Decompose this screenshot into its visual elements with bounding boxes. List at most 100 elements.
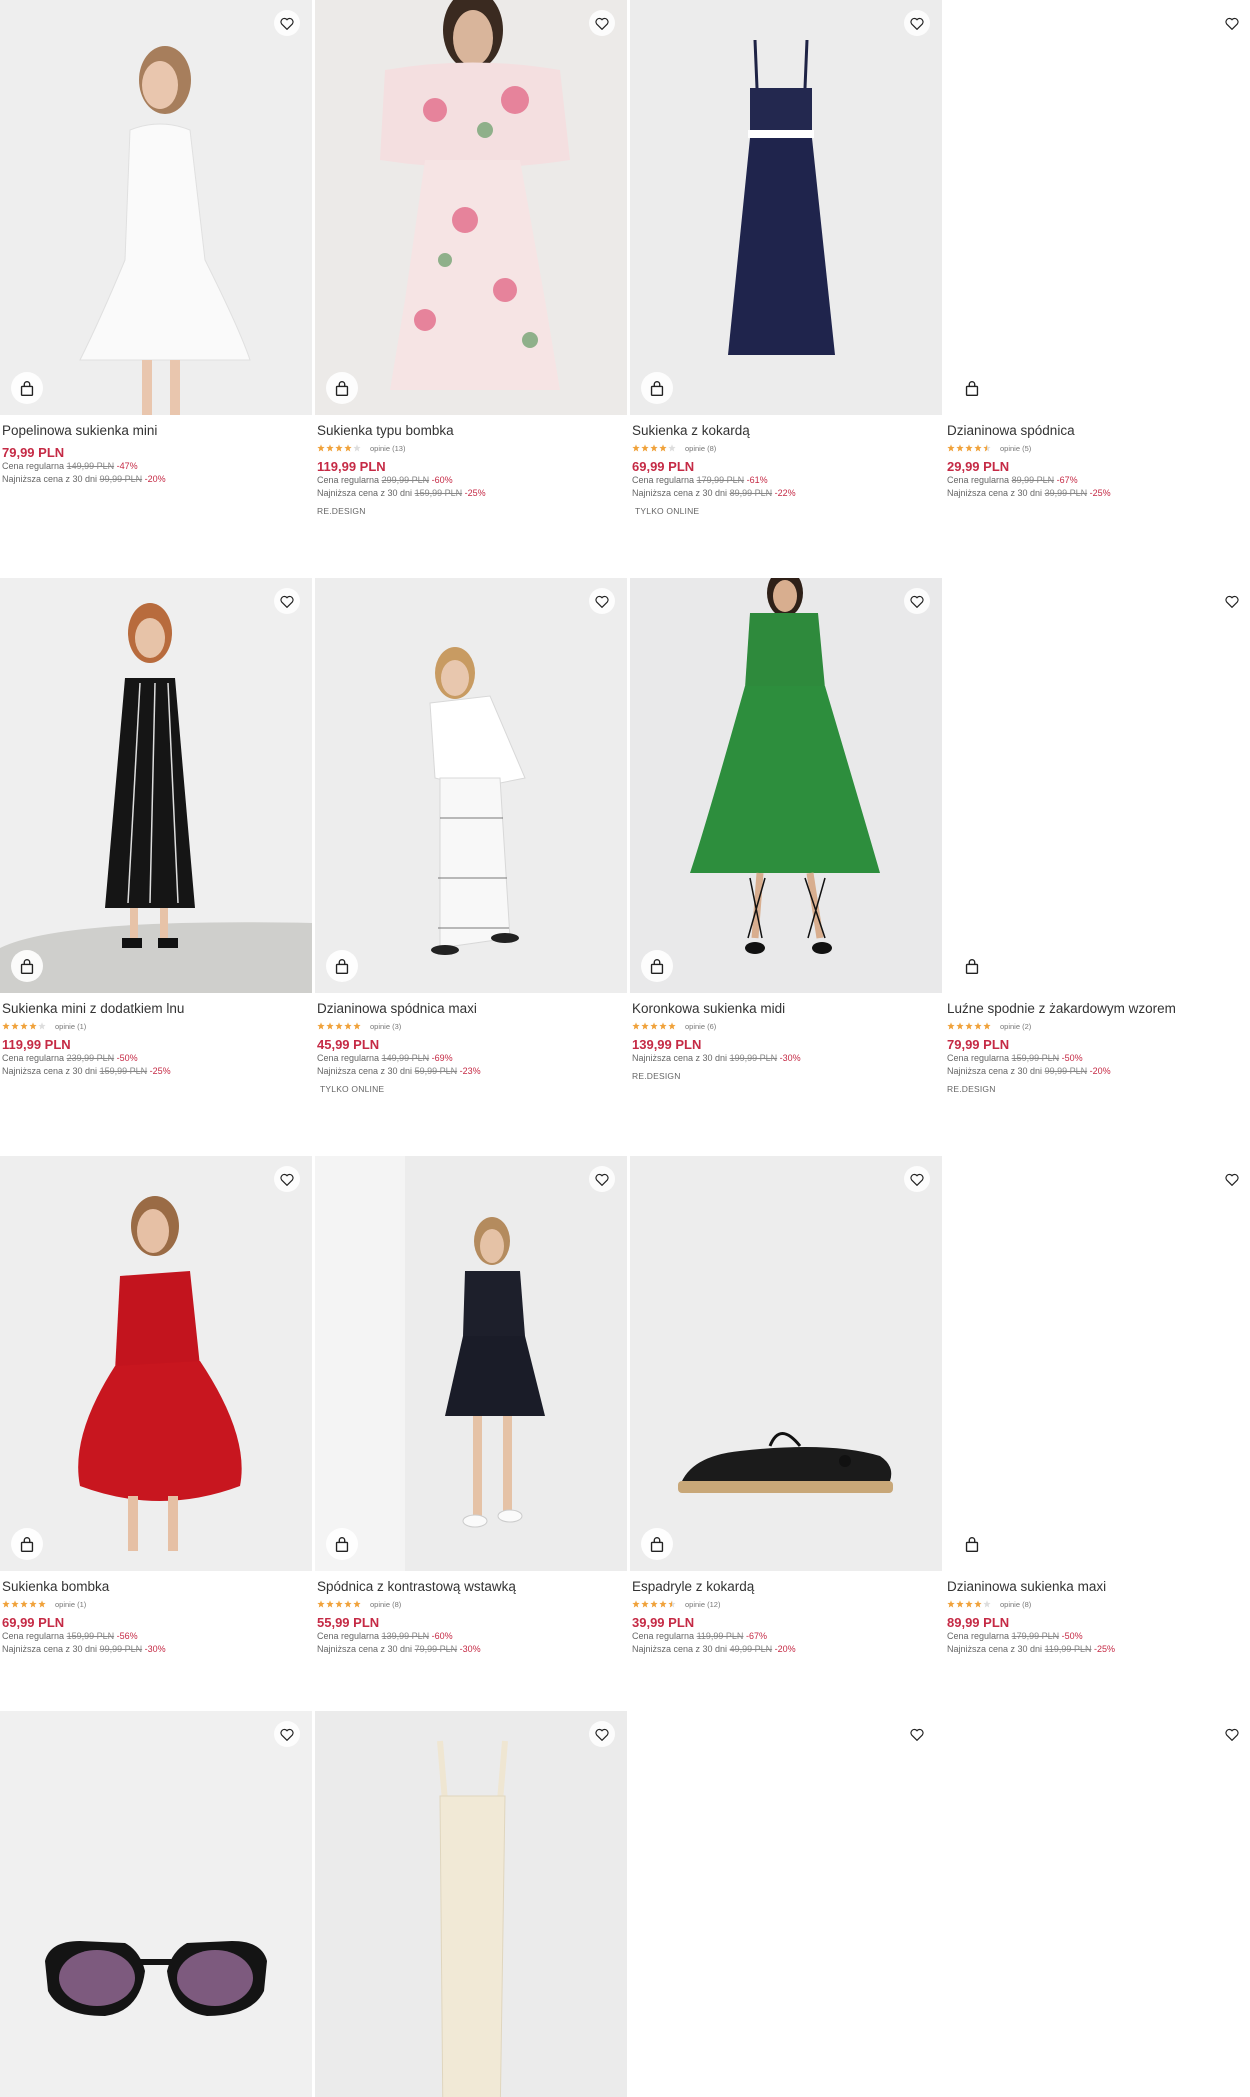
product-price: 29,99 PLN bbox=[947, 459, 1010, 474]
product-image[interactable] bbox=[315, 0, 627, 415]
add-to-cart-button[interactable] bbox=[326, 950, 358, 982]
lowest-price: Najniższa cena z 30 dni 49,99 PLN -20% bbox=[632, 1644, 796, 1654]
product-image[interactable] bbox=[0, 0, 312, 415]
product-card[interactable]: Dzianinowa sukienka maxi opinie (8) 89,9… bbox=[945, 1156, 1250, 1656]
favorite-button[interactable] bbox=[274, 10, 300, 36]
add-to-cart-button[interactable] bbox=[326, 372, 358, 404]
product-image[interactable] bbox=[945, 1711, 1250, 2097]
star-icon bbox=[974, 1022, 982, 1030]
add-to-cart-button[interactable] bbox=[11, 1528, 43, 1560]
favorite-button[interactable] bbox=[274, 1166, 300, 1192]
reviews-count[interactable]: opinie (1) bbox=[55, 1600, 86, 1609]
product-card[interactable]: Luźne spodnie z żakardowym wzorem opinie… bbox=[945, 578, 1250, 1094]
product-card[interactable]: Sukienka z kokardą opinie (8) 69,99 PLN … bbox=[630, 0, 942, 516]
star-icon bbox=[965, 1022, 973, 1030]
product-card[interactable]: Sukienka typu bombka opinie (13) 119,99 … bbox=[315, 0, 627, 516]
reviews-count[interactable]: opinie (1) bbox=[55, 1022, 86, 1031]
reviews-count[interactable]: opinie (6) bbox=[685, 1022, 716, 1031]
rating: opinie (1) bbox=[2, 1599, 310, 1609]
rating: opinie (8) bbox=[947, 1599, 1250, 1609]
product-info: Popelinowa sukienka mini 79,99 PLN Cena … bbox=[0, 415, 312, 486]
reviews-count[interactable]: opinie (8) bbox=[1000, 1600, 1031, 1609]
favorite-button[interactable] bbox=[1219, 1721, 1245, 1747]
product-card[interactable]: Sukienka bombka opinie (1) 69,99 PLN Cen… bbox=[0, 1156, 312, 1656]
product-image[interactable] bbox=[945, 1156, 1250, 1571]
add-to-cart-button[interactable] bbox=[11, 372, 43, 404]
product-image[interactable] bbox=[0, 1711, 312, 2097]
star-icon bbox=[326, 1600, 334, 1608]
product-image[interactable] bbox=[945, 578, 1250, 993]
favorite-button[interactable] bbox=[274, 1721, 300, 1747]
add-to-cart-button[interactable] bbox=[641, 372, 673, 404]
product-name[interactable]: Espadryle z kokardą bbox=[632, 1579, 940, 1595]
product-image[interactable] bbox=[630, 1711, 942, 2097]
reviews-count[interactable]: opinie (13) bbox=[370, 444, 405, 453]
product-card[interactable]: Koronkowa sukienka midi opinie (6) 139,9… bbox=[630, 578, 942, 1081]
reviews-count[interactable]: opinie (12) bbox=[685, 1600, 720, 1609]
reviews-count[interactable]: opinie (8) bbox=[370, 1600, 401, 1609]
favorite-button[interactable] bbox=[904, 588, 930, 614]
favorite-button[interactable] bbox=[1219, 588, 1245, 614]
product-image[interactable] bbox=[0, 578, 312, 993]
favorite-button[interactable] bbox=[1219, 1166, 1245, 1192]
reviews-count[interactable]: opinie (2) bbox=[1000, 1022, 1031, 1031]
star-icon bbox=[947, 1600, 955, 1608]
reviews-count[interactable]: opinie (8) bbox=[685, 444, 716, 453]
favorite-button[interactable] bbox=[589, 10, 615, 36]
add-to-cart-button[interactable] bbox=[326, 1528, 358, 1560]
product-image[interactable] bbox=[630, 0, 942, 415]
heart-icon bbox=[280, 1728, 294, 1741]
product-card[interactable] bbox=[315, 1711, 627, 2097]
favorite-button[interactable] bbox=[904, 1166, 930, 1192]
product-name[interactable]: Popelinowa sukienka mini bbox=[2, 423, 310, 439]
favorite-button[interactable] bbox=[1219, 10, 1245, 36]
product-card[interactable] bbox=[0, 1711, 312, 2097]
product-image[interactable] bbox=[630, 578, 942, 993]
add-to-cart-button[interactable] bbox=[11, 950, 43, 982]
reviews-count[interactable]: opinie (5) bbox=[1000, 444, 1031, 453]
favorite-button[interactable] bbox=[589, 1721, 615, 1747]
product-card[interactable]: Popelinowa sukienka mini 79,99 PLN Cena … bbox=[0, 0, 312, 486]
product-name[interactable]: Sukienka typu bombka bbox=[317, 423, 625, 439]
add-to-cart-button[interactable] bbox=[641, 950, 673, 982]
rating: opinie (8) bbox=[317, 1599, 625, 1609]
favorite-button[interactable] bbox=[274, 588, 300, 614]
product-name[interactable]: Spódnica z kontrastową wstawką bbox=[317, 1579, 625, 1595]
favorite-button[interactable] bbox=[904, 1721, 930, 1747]
product-price: 119,99 PLN bbox=[2, 1037, 71, 1052]
add-to-cart-button[interactable] bbox=[956, 372, 988, 404]
rating-stars bbox=[947, 1600, 991, 1608]
product-image[interactable] bbox=[315, 578, 627, 993]
reviews-count[interactable]: opinie (3) bbox=[370, 1022, 401, 1031]
add-to-cart-button[interactable] bbox=[956, 950, 988, 982]
product-card[interactable] bbox=[945, 1711, 1250, 2097]
product-name[interactable]: Dzianinowa spódnica bbox=[947, 423, 1250, 439]
product-card[interactable]: Espadryle z kokardą opinie (12) 39,99 PL… bbox=[630, 1156, 942, 1656]
product-name[interactable]: Dzianinowa sukienka maxi bbox=[947, 1579, 1250, 1595]
product-image[interactable] bbox=[315, 1711, 627, 2097]
product-image[interactable] bbox=[945, 0, 1250, 415]
product-card[interactable]: Spódnica z kontrastową wstawką opinie (8… bbox=[315, 1156, 627, 1656]
product-name[interactable]: Sukienka bombka bbox=[2, 1579, 310, 1595]
star-icon bbox=[344, 1600, 352, 1608]
product-name[interactable]: Koronkowa sukienka midi bbox=[632, 1001, 940, 1017]
product-card[interactable] bbox=[630, 1711, 942, 2097]
product-card[interactable]: Dzianinowa spódnica opinie (5) 29,99 PLN… bbox=[945, 0, 1250, 500]
product-name[interactable]: Sukienka z kokardą bbox=[632, 423, 940, 439]
product-image[interactable] bbox=[630, 1156, 942, 1571]
product-card[interactable]: Dzianinowa spódnica maxi opinie (3) 45,9… bbox=[315, 578, 627, 1094]
add-to-cart-button[interactable] bbox=[641, 1528, 673, 1560]
product-name[interactable]: Luźne spodnie z żakardowym wzorem bbox=[947, 1001, 1250, 1017]
favorite-button[interactable] bbox=[589, 1166, 615, 1192]
product-image[interactable] bbox=[0, 1156, 312, 1571]
favorite-button[interactable] bbox=[589, 588, 615, 614]
product-image[interactable] bbox=[315, 1156, 627, 1571]
product-price: 79,99 PLN bbox=[2, 445, 65, 460]
add-to-cart-button[interactable] bbox=[956, 1528, 988, 1560]
star-icon bbox=[947, 444, 955, 452]
product-card[interactable]: Sukienka mini z dodatkiem lnu opinie (1)… bbox=[0, 578, 312, 1078]
product-name[interactable]: Dzianinowa spódnica maxi bbox=[317, 1001, 625, 1017]
favorite-button[interactable] bbox=[904, 10, 930, 36]
product-tag: TYLKO ONLINE bbox=[320, 1084, 385, 1094]
product-name[interactable]: Sukienka mini z dodatkiem lnu bbox=[2, 1001, 310, 1017]
